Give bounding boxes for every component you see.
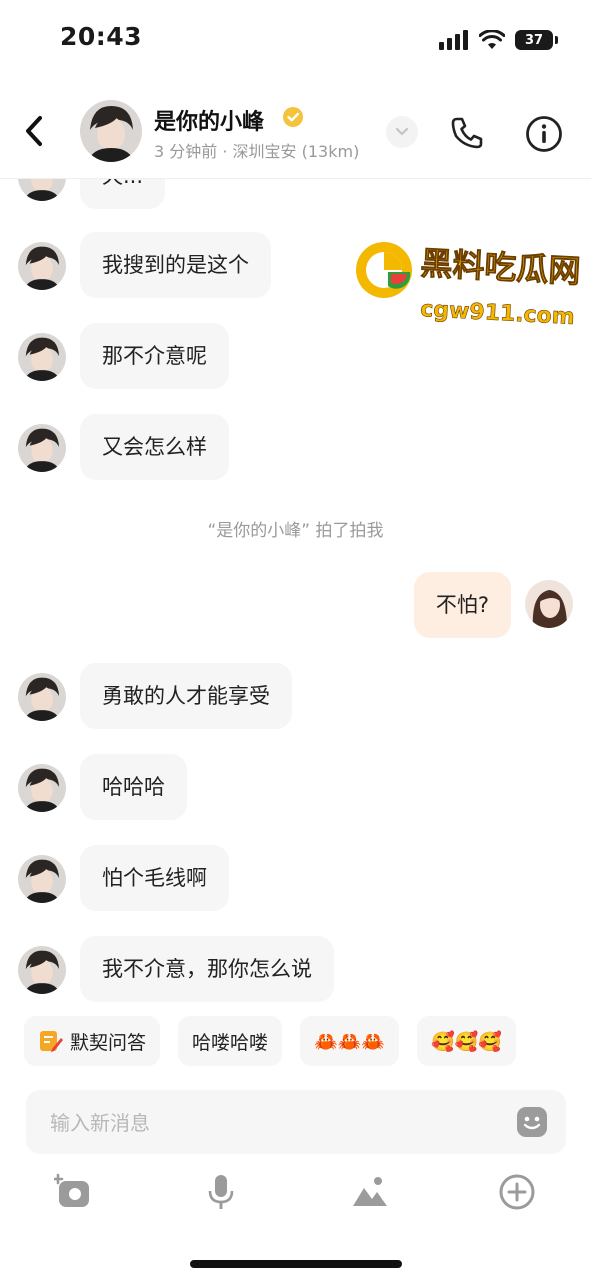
message-bubble[interactable]: 那不介意呢 [80, 323, 229, 389]
sender-avatar[interactable] [18, 855, 66, 903]
contact-name: 是你的小峰 [154, 110, 265, 135]
message-bubble[interactable]: 又会怎么样 [80, 414, 229, 480]
emoji-icon[interactable] [516, 1106, 548, 1138]
info-icon[interactable] [524, 114, 564, 154]
message-composer [26, 1090, 566, 1156]
quick-reply-chip[interactable]: 🦀🦀🦀 [300, 1016, 400, 1066]
chip-label: 哈喽哈喽 [192, 1031, 269, 1054]
watermark-logo: 黑料吃瓜网 cgw911.com [352, 236, 584, 336]
quick-reply-chip[interactable]: 哈喽哈喽 [178, 1016, 283, 1066]
add-more-icon[interactable] [497, 1172, 537, 1212]
pencil-note-icon [40, 1031, 63, 1052]
phone-call-icon[interactable] [448, 114, 486, 152]
sender-avatar[interactable] [18, 424, 66, 472]
status-icons: 37 [439, 26, 558, 54]
quick-reply-chip[interactable]: 🥰🥰🥰 [417, 1016, 516, 1066]
camera-icon[interactable] [54, 1172, 94, 1212]
svg-text:黑料吃瓜网: 黑料吃瓜网 [420, 244, 582, 290]
message-bubble[interactable]: 怕个毛线啊 [80, 845, 229, 911]
back-arrow-icon[interactable] [20, 114, 50, 148]
wifi-icon [479, 30, 505, 49]
chip-label: 🦀🦀🦀 [314, 1030, 386, 1053]
message-bubble[interactable]: 我搜到的是这个 [80, 232, 271, 298]
verified-badge-icon [283, 107, 303, 127]
system-notice: “是你的小峰” 拍了拍我 [207, 521, 384, 541]
battery-indicator: 37 [515, 30, 558, 50]
quick-reply-bar: 默契问答 哈喽哈喽 🦀🦀🦀 🥰🥰🥰 [24, 1016, 591, 1068]
message-input[interactable] [48, 1090, 502, 1156]
message-bubble[interactable]: 不怕? [413, 572, 511, 638]
my-avatar[interactable] [525, 580, 573, 628]
contact-avatar[interactable] [80, 100, 142, 162]
image-gallery-icon[interactable] [350, 1172, 390, 1212]
outgoing-message: 不怕? [393, 572, 573, 642]
chip-label: 默契问答 [70, 1031, 147, 1054]
sender-avatar[interactable] [18, 946, 66, 994]
sender-avatar[interactable] [18, 333, 66, 381]
sender-avatar[interactable] [18, 242, 66, 290]
quick-reply-chip[interactable]: 默契问答 [24, 1016, 161, 1066]
signal-icon [439, 30, 468, 50]
message-bubble[interactable]: 天... [80, 179, 166, 209]
chip-label: 🥰🥰🥰 [431, 1030, 502, 1053]
composer-toolbar [0, 1172, 591, 1216]
status-time: 20:43 [60, 22, 143, 51]
sender-avatar[interactable] [18, 179, 66, 201]
chevron-down-icon[interactable] [386, 116, 418, 148]
svg-text:cgw911.com: cgw911.com [420, 297, 576, 330]
sender-avatar[interactable] [18, 764, 66, 812]
message-bubble[interactable]: 哈哈哈 [80, 754, 187, 820]
status-bar: 20:43 37 [0, 0, 591, 80]
message-bubble[interactable]: 勇敢的人才能享受 [80, 663, 292, 729]
message-bubble[interactable]: 我不介意，那你怎么说 [80, 936, 334, 1002]
contact-status: 3 分钟前 · 深圳宝安 (13km) [154, 142, 360, 161]
microphone-icon[interactable] [201, 1172, 241, 1212]
home-indicator[interactable] [190, 1260, 402, 1268]
sender-avatar[interactable] [18, 673, 66, 721]
chat-header: 是你的小峰 3 分钟前 · 深圳宝安 (13km) [0, 92, 591, 179]
